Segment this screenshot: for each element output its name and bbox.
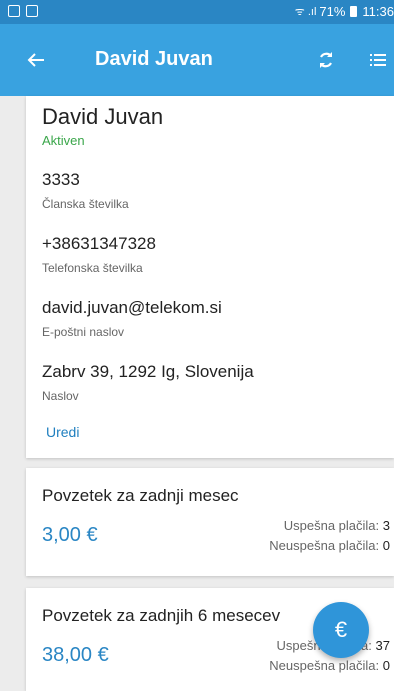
failed-payments: Neuspešna plačila: 0 xyxy=(269,658,390,673)
summary-amount: 38,00 € xyxy=(42,644,109,666)
list-menu-icon[interactable] xyxy=(364,46,392,74)
member-status: Aktiven xyxy=(42,133,85,148)
phone-number: +38631347328 xyxy=(42,234,156,253)
failed-payments-count: 0 xyxy=(382,538,390,553)
notification-icons xyxy=(8,5,38,17)
payment-fab-button[interactable]: € xyxy=(313,602,369,658)
member-name: David Juvan xyxy=(42,104,164,129)
app-bar: David Juvan xyxy=(0,24,394,96)
summary-last-month-card[interactable]: Povzetek za zadnji mesec 3,00 € Uspešna … xyxy=(26,468,394,576)
phone-label: Telefonska številka xyxy=(42,261,143,275)
failed-payments-label: Neuspešna plačila: xyxy=(269,658,380,673)
app-title: David Juvan xyxy=(95,48,213,70)
battery-percent: 71% xyxy=(319,4,346,19)
clock: 11:36 xyxy=(362,4,394,19)
battery-icon xyxy=(350,6,358,17)
status-indicators: ᯤ .ıl 71% 11:36 xyxy=(295,4,394,19)
successful-payments-label: Uspešna plačila: xyxy=(283,518,380,533)
back-arrow-icon[interactable] xyxy=(20,44,52,76)
email-label: E-poštni naslov xyxy=(42,325,125,339)
summary-amount: 3,00 € xyxy=(42,524,98,546)
email-address: david.juvan@telekom.si xyxy=(42,298,222,317)
edit-button[interactable]: Uredi xyxy=(46,424,79,440)
signal-icon: ᯤ .ıl xyxy=(294,6,317,18)
failed-payments-label: Neuspešna plačila: xyxy=(269,538,380,553)
profile-card: David Juvan Aktiven 3333 Članska številk… xyxy=(26,96,394,458)
member-number-label: Članska številka xyxy=(42,197,129,211)
refresh-icon[interactable] xyxy=(312,46,340,74)
postal-address: Zabrv 39, 1292 Ig, Slovenija xyxy=(42,362,254,381)
successful-payments: Uspešna plačila: 3 xyxy=(284,518,390,533)
failed-payments-count: 0 xyxy=(382,658,390,673)
summary-title: Povzetek za zadnji mesec xyxy=(42,486,239,505)
status-bar: ᯤ .ıl 71% 11:36 xyxy=(0,0,394,24)
image-notification-icon xyxy=(26,5,38,17)
euro-icon: € xyxy=(334,617,348,642)
failed-payments: Neuspešna plačila: 0 xyxy=(269,538,390,553)
address-label: Naslov xyxy=(42,389,79,403)
successful-payments-count: 37 xyxy=(375,638,390,653)
successful-payments-count: 3 xyxy=(382,518,390,533)
member-number: 3333 xyxy=(42,170,80,189)
summary-title: Povzetek za zadnjih 6 mesecev xyxy=(42,606,281,625)
mail-notification-icon xyxy=(8,5,20,17)
